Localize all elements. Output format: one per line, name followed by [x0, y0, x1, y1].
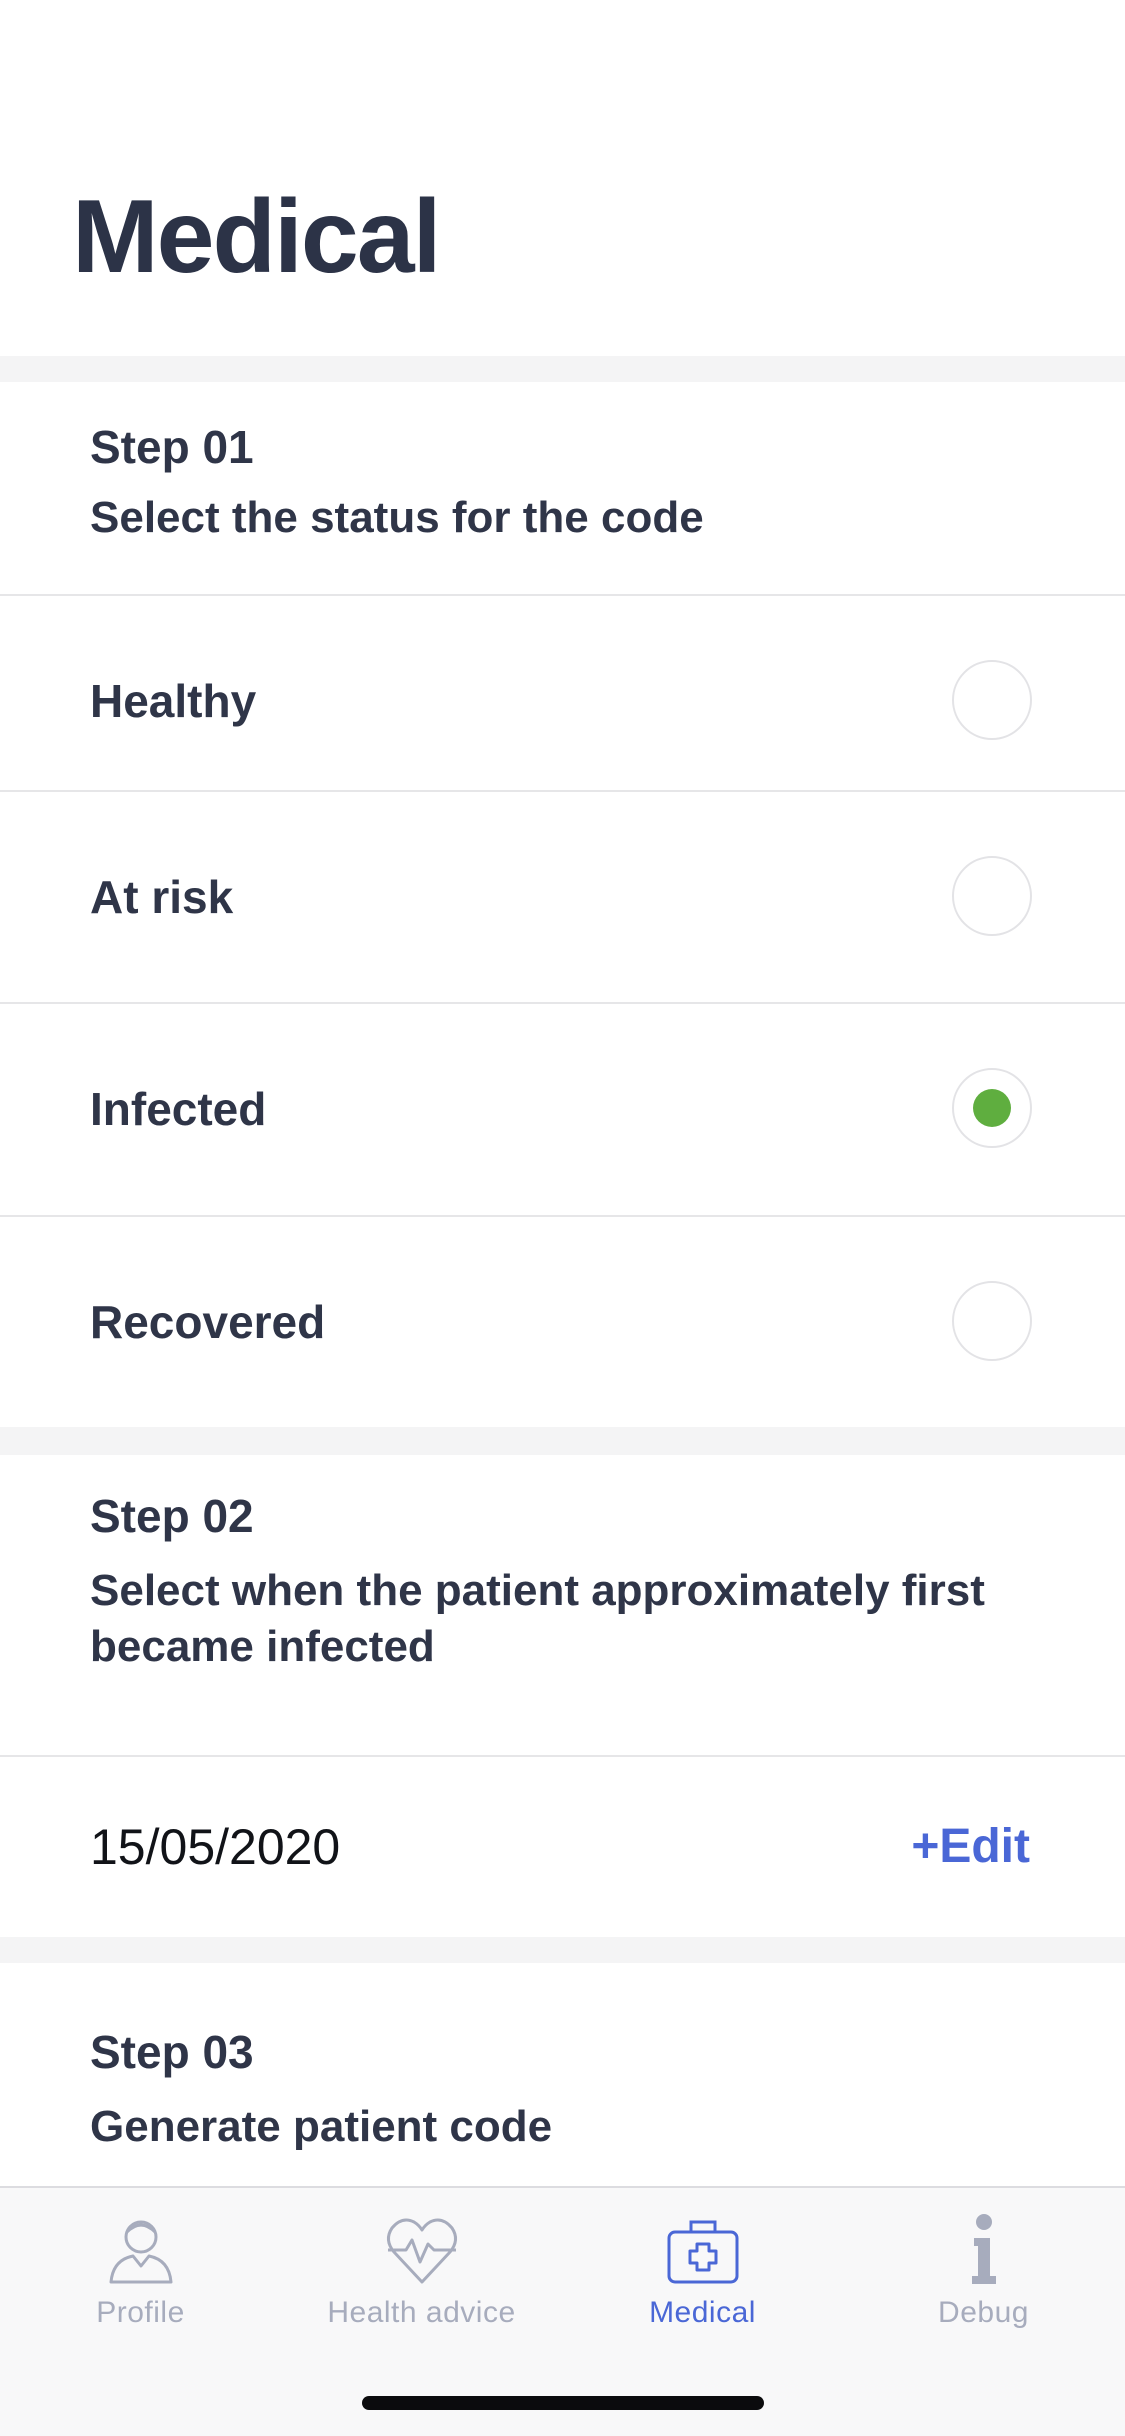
step-03-header: Step 03 Generate patient code	[0, 1963, 1125, 2186]
person-icon	[109, 2220, 172, 2284]
status-option-healthy[interactable]: Healthy	[0, 596, 1125, 806]
tab-debug[interactable]: Debug	[843, 2188, 1124, 2368]
infection-date-value: 15/05/2020	[90, 1819, 341, 1875]
section-gap	[0, 1937, 1125, 1963]
info-icon	[971, 2214, 996, 2284]
radio-button-infected[interactable]	[952, 1068, 1032, 1148]
radio-button-at-risk[interactable]	[952, 856, 1032, 936]
tab-health-advice[interactable]: Health advice	[281, 2188, 562, 2368]
section-gap	[0, 356, 1125, 382]
step-01-description: Select the status for the code	[90, 493, 704, 542]
status-option-infected[interactable]: Infected	[0, 1004, 1125, 1214]
medical-screen: Medical Step 01 Select the status for th…	[0, 0, 1125, 2436]
step-01-header: Step 01 Select the status for the code	[0, 382, 1125, 594]
tab-medical[interactable]: Medical	[562, 2188, 843, 2368]
radio-selected-dot	[973, 1089, 1011, 1127]
step-03-label: Step 03	[90, 2026, 254, 2078]
status-option-at-risk[interactable]: At risk	[0, 792, 1125, 1002]
header: Medical	[0, 0, 1125, 356]
edit-date-button[interactable]: +Edit	[911, 1757, 1030, 1937]
step-02-description: Select when the patient approximately fi…	[90, 1566, 985, 1671]
radio-button-recovered[interactable]	[952, 1281, 1032, 1361]
infection-date-row: 15/05/2020 +Edit	[0, 1757, 1125, 1937]
status-option-label: Recovered	[90, 1296, 326, 1348]
tab-label: Profile	[96, 2296, 185, 2329]
status-option-label: Infected	[90, 1083, 267, 1135]
home-indicator	[362, 2396, 764, 2410]
status-option-recovered[interactable]: Recovered	[0, 1217, 1125, 1427]
medical-kit-icon	[667, 2220, 738, 2284]
status-option-label: At risk	[90, 871, 234, 923]
tab-profile[interactable]: Profile	[0, 2188, 281, 2368]
radio-button-healthy[interactable]	[952, 660, 1032, 740]
step-02-label: Step 02	[90, 1490, 254, 1542]
tab-label: Debug	[938, 2296, 1029, 2329]
tab-label: Health advice	[327, 2296, 516, 2329]
step-03-description: Generate patient code	[90, 2102, 553, 2151]
section-gap	[0, 1427, 1125, 1455]
status-option-label: Healthy	[90, 675, 257, 727]
step-02-header: Step 02 Select when the patient approxim…	[0, 1455, 1125, 1755]
heart-pulse-icon	[386, 2218, 457, 2284]
step-01-label: Step 01	[90, 421, 254, 473]
tab-label: Medical	[649, 2296, 756, 2329]
page-title: Medical	[72, 179, 441, 295]
